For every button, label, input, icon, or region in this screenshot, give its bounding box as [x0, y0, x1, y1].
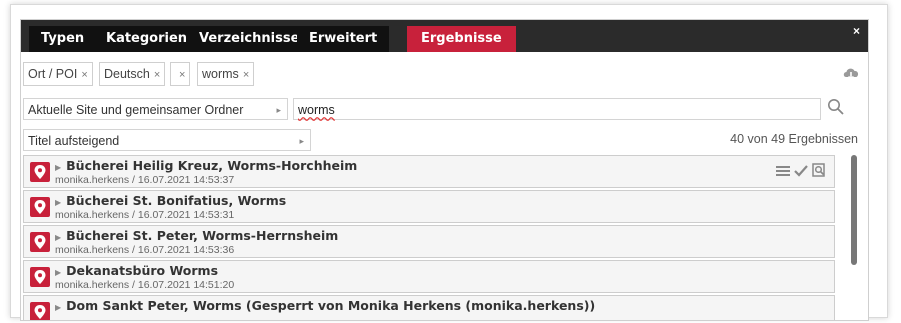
- tab-kategorien[interactable]: Kategorien: [94, 26, 200, 52]
- filter-chip: worms ×: [197, 62, 255, 86]
- map-pin-icon: [30, 267, 50, 287]
- scope-select[interactable]: Aktuelle Site und gemeinsamer Ordner ▸: [23, 98, 288, 120]
- result-title-text: Bücherei St. Peter, Worms-Herrnsheim: [66, 228, 339, 243]
- menu-icon[interactable]: [776, 164, 790, 182]
- filter-chip: Deutsch ×: [99, 62, 166, 86]
- chip-remove-icon[interactable]: ×: [154, 69, 160, 81]
- result-row[interactable]: ▶ Bücherei St. Bonifatius, Worms monika.h…: [23, 190, 835, 223]
- result-title-text: Dekanatsbüro Worms: [66, 263, 219, 278]
- map-pin-icon: [30, 162, 50, 182]
- result-title[interactable]: ▶ Bücherei St. Bonifatius, Worms: [55, 193, 286, 208]
- search-dialog: Typen Kategorien Verzeichnisse Erweitert…: [20, 19, 869, 321]
- result-row[interactable]: ▶ Bücherei Heilig Kreuz, Worms-Horchheim …: [23, 155, 835, 188]
- chip-remove-icon[interactable]: ×: [179, 69, 185, 81]
- result-count: 40 von 49 Ergebnissen: [730, 132, 858, 146]
- tab-typen[interactable]: Typen: [29, 26, 97, 52]
- result-title[interactable]: ▶ Dom Sankt Peter, Worms (Gesperrt von Mo…: [55, 298, 595, 313]
- chevron-right-icon: ▸: [276, 105, 281, 115]
- tab-bar: Typen Kategorien Verzeichnisse Erweitert…: [21, 20, 868, 52]
- result-title-text: Dom Sankt Peter, Worms (Gesperrt von Mon…: [66, 298, 596, 313]
- result-title[interactable]: ▶ Dekanatsbüro Worms: [55, 263, 218, 278]
- row-actions: [776, 163, 826, 182]
- chip-label: Ort / POI: [28, 67, 78, 81]
- tab-erweitert[interactable]: Erweitert: [297, 26, 390, 52]
- results-scrollbar[interactable]: [851, 155, 857, 265]
- chip-label: worms: [202, 67, 239, 81]
- tab-verzeichnisse[interactable]: Verzeichnisse: [187, 26, 312, 52]
- result-row[interactable]: ▶ Dom Sankt Peter, Worms (Gesperrt von Mo…: [23, 295, 835, 320]
- chip-remove-icon[interactable]: ×: [243, 69, 249, 81]
- sort-select[interactable]: Titel aufsteigend ▸: [23, 129, 311, 151]
- expand-triangle-icon[interactable]: ▶: [55, 163, 61, 172]
- expand-triangle-icon[interactable]: ▶: [55, 198, 61, 207]
- result-meta: monika.herkens / 16.07.2021 14:53:31: [55, 209, 235, 221]
- map-pin-icon: [30, 302, 50, 320]
- chip-label: Deutsch: [104, 67, 150, 81]
- result-meta: monika.herkens / 16.07.2021 14:53:37: [55, 174, 235, 186]
- sort-label: Titel aufsteigend: [28, 134, 120, 148]
- search-icon[interactable]: [827, 98, 845, 121]
- expand-triangle-icon[interactable]: ▶: [55, 233, 61, 242]
- check-icon[interactable]: [794, 164, 808, 182]
- chevron-right-icon: ▸: [299, 136, 304, 146]
- scope-label: Aktuelle Site und gemeinsamer Ordner: [28, 103, 244, 117]
- search-value: worms: [298, 103, 335, 117]
- result-title-text: Bücherei Heilig Kreuz, Worms-Horchheim: [66, 158, 358, 173]
- chip-remove-icon[interactable]: ×: [81, 69, 87, 81]
- result-title-text: Bücherei St. Bonifatius, Worms: [66, 193, 287, 208]
- expand-triangle-icon[interactable]: ▶: [55, 303, 61, 312]
- expand-triangle-icon[interactable]: ▶: [55, 268, 61, 277]
- result-row[interactable]: ▶ Bücherei St. Peter, Worms-Herrnsheim mo…: [23, 225, 835, 258]
- map-pin-icon: [30, 197, 50, 217]
- search-input[interactable]: worms: [293, 98, 821, 120]
- preview-icon[interactable]: [812, 163, 826, 182]
- cloud-icon[interactable]: [842, 66, 860, 85]
- filter-chip: ×: [170, 62, 191, 86]
- tab-ergebnisse[interactable]: Ergebnisse: [407, 26, 516, 52]
- result-title[interactable]: ▶ Bücherei St. Peter, Worms-Herrnsheim: [55, 228, 338, 243]
- filter-chip: Ort / POI ×: [23, 62, 93, 86]
- result-row[interactable]: ▶ Dekanatsbüro Worms monika.herkens / 16.…: [23, 260, 835, 293]
- map-pin-icon: [30, 232, 50, 252]
- close-button[interactable]: ×: [853, 24, 860, 38]
- result-title[interactable]: ▶ Bücherei Heilig Kreuz, Worms-Horchheim: [55, 158, 357, 173]
- result-meta: monika.herkens / 16.07.2021 14:53:36: [55, 244, 235, 256]
- result-meta: monika.herkens / 16.07.2021 14:51:20: [55, 279, 235, 291]
